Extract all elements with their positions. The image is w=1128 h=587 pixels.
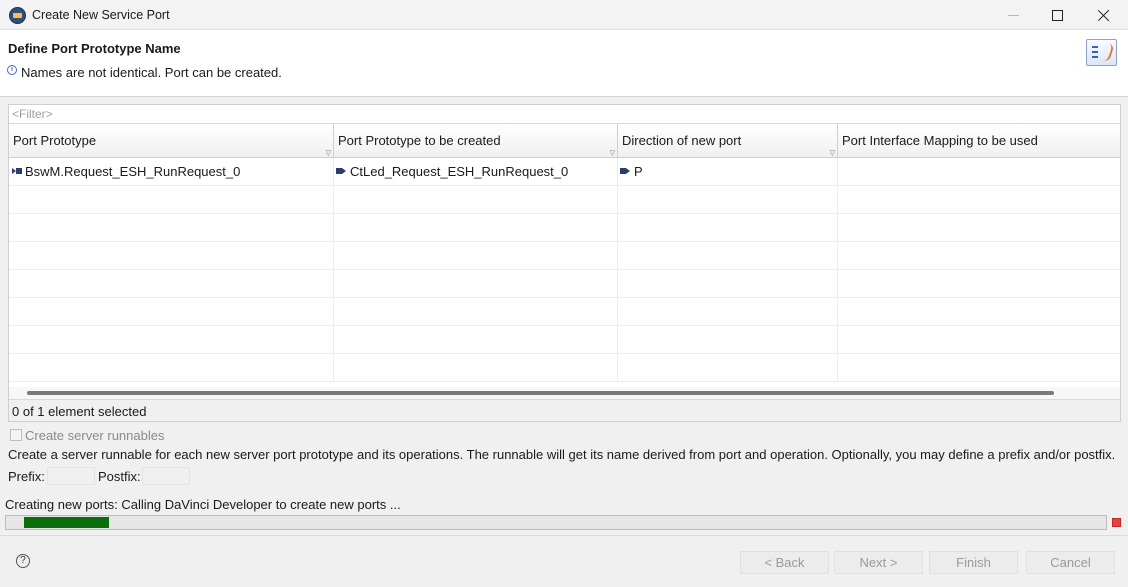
cell-to-be-created[interactable]: CtLed_Request_ESH_RunRequest_0 <box>334 158 618 186</box>
require-port-icon <box>12 168 22 175</box>
progress-bar <box>5 515 1107 530</box>
cell-text: CtLed_Request_ESH_RunRequest_0 <box>350 164 569 179</box>
finish-button[interactable]: Finish <box>929 551 1018 574</box>
postfix-label: Postfix: <box>98 469 141 484</box>
empty-row <box>9 186 1120 214</box>
table-body: BswM.Request_ESH_RunRequest_0 CtLed_Requ… <box>9 158 1120 387</box>
wizard-banner-icon <box>1086 39 1117 66</box>
empty-row <box>9 270 1120 298</box>
progress-fill <box>24 517 109 528</box>
cell-port-prototype[interactable]: BswM.Request_ESH_RunRequest_0 <box>9 158 334 186</box>
app-icon <box>9 7 26 24</box>
maximize-button[interactable] <box>1034 0 1080 30</box>
empty-row <box>9 326 1120 354</box>
horizontal-scrollbar[interactable] <box>9 387 1120 399</box>
close-icon <box>1097 9 1110 22</box>
cell-interface-mapping[interactable] <box>838 158 1120 186</box>
column-label: Port Interface Mapping to be used <box>842 133 1038 148</box>
column-header-to-be-created[interactable]: Port Prototype to be created ▽ <box>334 124 618 158</box>
minimize-button[interactable] <box>990 0 1036 30</box>
window-title: Create New Service Port <box>32 8 170 22</box>
cell-text: P <box>634 164 643 179</box>
stop-icon[interactable] <box>1112 518 1121 527</box>
minimize-icon <box>1007 14 1019 16</box>
table-row[interactable]: BswM.Request_ESH_RunRequest_0 CtLed_Requ… <box>9 158 1120 186</box>
filter-arrow-icon[interactable]: ▽ <box>830 149 835 157</box>
title-bar: Create New Service Port <box>0 0 1128 30</box>
help-icon[interactable]: ? <box>16 554 30 568</box>
selection-status: 0 of 1 element selected <box>9 399 1120 421</box>
filter-arrow-icon[interactable]: ▽ <box>326 149 331 157</box>
checkbox-label: Create server runnables <box>25 428 165 443</box>
empty-row <box>9 242 1120 270</box>
provide-port-icon <box>620 168 630 175</box>
status-message: Names are not identical. Port can be cre… <box>21 65 282 80</box>
table-header: Port Prototype ▽ Port Prototype to be cr… <box>9 124 1120 158</box>
page-title: Define Port Prototype Name <box>8 41 181 56</box>
back-button[interactable]: < Back <box>740 551 829 574</box>
runnables-description: Create a server runnable for each new se… <box>8 447 1116 462</box>
prefix-field[interactable] <box>47 467 95 485</box>
scrollbar-thumb[interactable] <box>27 391 1054 395</box>
wizard-header: Define Port Prototype Name i Names are n… <box>0 30 1128 97</box>
provide-port-icon <box>336 168 346 175</box>
cell-direction[interactable]: P <box>618 158 838 186</box>
close-button[interactable] <box>1080 0 1126 30</box>
column-label: Port Prototype <box>13 133 97 148</box>
create-server-runnables-checkbox[interactable] <box>10 429 22 441</box>
selection-status-text: 0 of 1 element selected <box>12 404 147 419</box>
column-header-port-prototype[interactable]: Port Prototype ▽ <box>9 124 334 158</box>
progress-label: Creating new ports: Calling DaVinci Deve… <box>5 497 401 512</box>
prefix-label: Prefix: <box>8 469 45 484</box>
column-label: Port Prototype to be created <box>338 133 501 148</box>
info-icon: i <box>7 65 17 75</box>
column-header-direction[interactable]: Direction of new port ▽ <box>618 124 838 158</box>
port-table-panel: Port Prototype ▽ Port Prototype to be cr… <box>8 104 1121 422</box>
wizard-footer: ? < Back Next > Finish Cancel <box>0 535 1128 587</box>
maximize-icon <box>1051 9 1063 21</box>
empty-row <box>9 298 1120 326</box>
filter-arrow-icon[interactable]: ▽ <box>610 149 615 157</box>
cell-text: BswM.Request_ESH_RunRequest_0 <box>25 164 241 179</box>
next-button[interactable]: Next > <box>834 551 923 574</box>
column-header-interface-mapping[interactable]: Port Interface Mapping to be used <box>838 124 1120 158</box>
empty-row <box>9 214 1120 242</box>
postfix-field[interactable] <box>142 467 190 485</box>
cancel-button[interactable]: Cancel <box>1026 551 1115 574</box>
column-label: Direction of new port <box>622 133 742 148</box>
filter-input[interactable] <box>9 105 1120 124</box>
empty-row <box>9 354 1120 382</box>
